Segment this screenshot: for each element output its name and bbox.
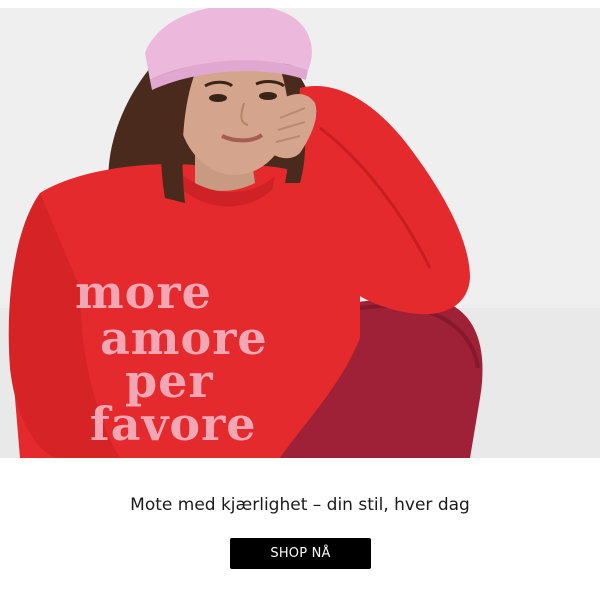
promo-banner: more amore per favore Mote med kjærlighe… (0, 0, 600, 600)
banner-caption: Mote med kjærlighet – din stil, hver dag (130, 495, 470, 515)
shop-now-button[interactable]: SHOP NÅ (230, 538, 371, 569)
print-line-4: favore (90, 397, 257, 451)
hero-image[interactable]: more amore per favore (0, 8, 600, 458)
model-photo: more amore per favore (0, 8, 600, 458)
